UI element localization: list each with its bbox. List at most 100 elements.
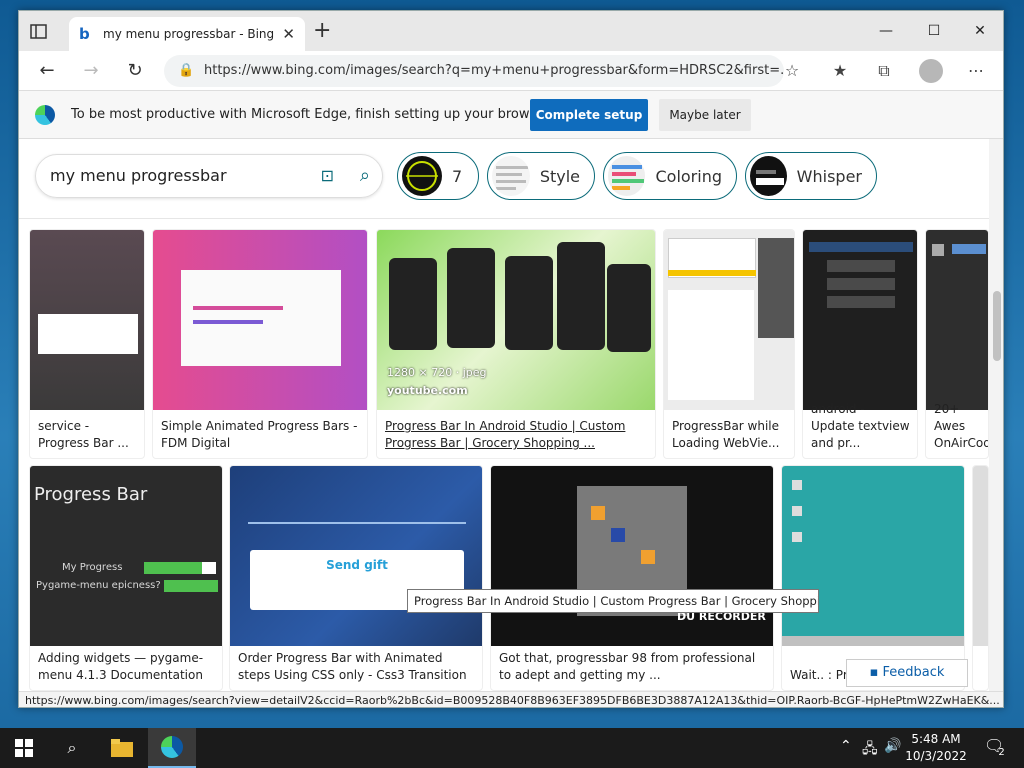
search-row: my menu progressbar ⊡ ⌕ 7 Style Coloring… [19,139,989,219]
link-tooltip: Progress Bar In Android Studio | Custom … [407,589,819,613]
result-caption: Simple Animated Progress Bars - FDM Digi… [161,419,358,450]
result-image [782,466,964,646]
bing-icon: b [79,25,90,43]
file-explorer-icon[interactable] [98,728,146,768]
image-size-label: 1280 × 720 · jpeg [387,366,487,379]
result-card-hovered[interactable]: 1280 × 720 · jpeg youtube.com Progress B… [376,229,656,459]
chip-thumbnail [402,156,442,196]
result-caption: 20+ Awes OnAirCode [934,402,988,450]
edge-taskbar-icon[interactable] [148,728,196,768]
tab-title: my menu progressbar - Bing images [103,27,276,41]
result-card[interactable]: Progress Bar My Progress Pygame-menu epi… [29,465,223,691]
close-tab-icon[interactable]: ✕ [282,25,295,43]
page-content: my menu progressbar ⊡ ⌕ 7 Style Coloring… [19,139,989,691]
thumb-title: Send gift [326,558,388,572]
lock-icon: 🔒 [178,63,195,78]
refresh-icon[interactable]: ↻ [121,59,149,83]
chip-thumbnail [492,156,530,196]
notifications-icon[interactable]: 🗨2 [984,736,1011,758]
result-image: Progress Bar My Progress Pygame-menu epi… [30,466,222,646]
search-taskbar-icon[interactable]: ⌕ [48,728,96,768]
result-card[interactable] [972,465,989,691]
filter-chip-style[interactable]: Style [487,152,595,200]
result-caption: service - Progress Bar ... [38,419,129,450]
result-caption: Order Progress Bar with Animated steps U… [238,651,467,682]
result-caption: Got that, progressbar 98 from profession… [499,651,756,682]
image-source-label[interactable]: youtube.com [387,384,468,397]
vertical-scrollbar[interactable] [989,139,1003,691]
clock[interactable]: 5:48 AM 10/3/2022 [896,731,976,765]
thumb-row-label: Pygame-menu epicness? [36,580,161,591]
status-url: https://www.bing.com/images/search?view=… [19,691,1003,707]
result-caption: Adding widgets — pygame-menu 4.1.3 Docum… [38,651,204,682]
chip-thumbnail [750,156,787,196]
add-favorite-icon[interactable]: ☆ [779,59,805,83]
forward-icon[interactable]: → [77,59,105,83]
search-input[interactable]: my menu progressbar ⊡ ⌕ [35,154,383,198]
chip-thumbnail [608,156,646,196]
scrollbar-thumb[interactable] [993,291,1001,361]
result-caption: Progress Bar In Android Studio | Custom … [385,419,626,450]
minimize-button[interactable]: — [863,17,909,45]
result-image [153,230,367,410]
favorites-icon[interactable]: ★ [827,59,853,83]
filter-chip-7[interactable]: 7 [397,152,479,200]
browser-window: b my menu progressbar - Bing images ✕ + … [18,10,1004,708]
feedback-label: Feedback [882,665,945,680]
result-card[interactable]: Send gift Order Progress Bar with Animat… [229,465,483,691]
search-query: my menu progressbar [50,166,227,185]
url-field[interactable]: 🔒 https://www.bing.com/images/search?q=m… [164,55,784,87]
network-icon[interactable]: 🖧 [862,738,878,762]
result-image [926,230,988,410]
result-image: Send gift [230,466,482,646]
clock-date: 10/3/2022 [905,749,967,763]
complete-setup-button[interactable]: Complete setup [530,99,648,131]
back-icon[interactable]: ← [33,59,61,83]
result-card[interactable]: Wait.. : Progressbar95 [781,465,965,691]
taskbar: ⌕ ⌃ 🖧 🔊 5:48 AM 10/3/2022 🗨2 [0,728,1024,768]
feedback-icon: ▪ [869,665,879,680]
maybe-later-button[interactable]: Maybe later [659,99,751,131]
collections-icon[interactable]: ⧉ [871,59,897,83]
maximize-button[interactable]: ☐ [911,17,957,45]
setup-infobar: To be most productive with Microsoft Edg… [19,91,1003,139]
result-caption: android - Update textview and pr... [811,402,910,450]
result-image [30,230,144,410]
result-card[interactable]: android - Update textview and pr... [802,229,918,459]
result-image: DU RECORDER [491,466,773,646]
notification-count: 2 [998,747,1005,758]
new-tab-button[interactable]: + [313,20,331,42]
more-menu-icon[interactable]: ⋯ [963,59,989,83]
chip-label: Whisper [796,166,862,186]
search-icon[interactable]: ⌕ [360,155,370,197]
result-image [664,230,794,410]
chip-label: Coloring [655,166,722,186]
clock-time: 5:48 AM [911,732,961,746]
result-card[interactable]: Simple Animated Progress Bars - FDM Digi… [152,229,368,459]
result-image: 1280 × 720 · jpeg youtube.com [377,230,655,410]
visual-search-icon[interactable]: ⊡ [321,155,334,197]
tab-actions-icon[interactable] [29,23,49,41]
feedback-button[interactable]: ▪ Feedback [846,659,968,687]
result-card[interactable]: DU RECORDER Got that, progressbar 98 fro… [490,465,774,691]
result-card[interactable]: 20+ Awes OnAirCode [925,229,989,459]
chip-label: 7 [452,166,463,186]
result-image [803,230,917,410]
result-caption: ProgressBar while Loading WebVie... [672,419,780,450]
thumb-title: Progress Bar [34,484,148,505]
browser-tab[interactable]: b my menu progressbar - Bing images ✕ [69,17,305,51]
result-image [973,466,988,646]
filter-chip-coloring[interactable]: Coloring [603,152,737,200]
result-card[interactable]: ProgressBar while Loading WebVie... [663,229,795,459]
infobar-text: To be most productive with Microsoft Edg… [71,107,553,122]
filter-chip-whisper[interactable]: Whisper [745,152,877,200]
result-card[interactable]: service - Progress Bar ... [29,229,145,459]
chip-label: Style [539,166,580,186]
title-bar: b my menu progressbar - Bing images ✕ + … [19,11,1003,51]
address-bar: ← → ↻ 🔒 https://www.bing.com/images/sear… [19,51,1003,91]
close-window-button[interactable]: ✕ [957,17,1003,45]
edge-logo-icon [35,105,55,125]
start-button[interactable] [0,728,48,768]
profile-avatar[interactable] [919,59,943,83]
chevron-up-icon[interactable]: ⌃ [840,738,852,754]
